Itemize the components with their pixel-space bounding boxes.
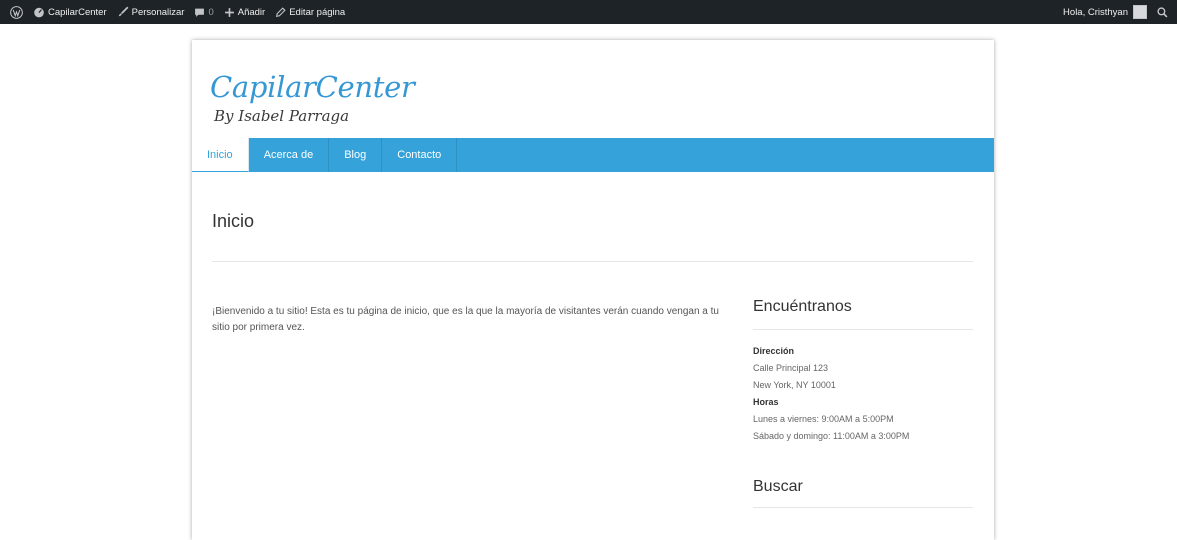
brush-icon bbox=[118, 6, 129, 17]
edit-page-label: Editar página bbox=[289, 6, 346, 18]
main-navigation: Inicio Acerca de Blog Contacto bbox=[192, 138, 994, 172]
admin-bar: CapilarCenter Personalizar 0 Añadir Edit… bbox=[0, 0, 1177, 24]
comments-count: 0 bbox=[208, 6, 214, 18]
admin-search-button[interactable] bbox=[1152, 0, 1173, 24]
customize-label: Personalizar bbox=[131, 6, 185, 18]
site-name-menu[interactable]: CapilarCenter bbox=[28, 0, 112, 24]
page-container: CapilarCenter By Isabel Parraga Inicio A… bbox=[192, 40, 994, 540]
nav-item-inicio[interactable]: Inicio bbox=[192, 138, 249, 172]
page-title: Inicio bbox=[212, 211, 255, 231]
nav-item-acerca-de[interactable]: Acerca de bbox=[249, 138, 330, 172]
wordpress-menu[interactable] bbox=[5, 0, 28, 24]
widget-divider bbox=[753, 329, 973, 330]
plus-icon bbox=[224, 7, 234, 17]
avatar bbox=[1133, 5, 1147, 19]
site-logo-subtitle: By Isabel Parraga bbox=[214, 107, 350, 125]
search-icon bbox=[1157, 6, 1168, 17]
search-widget-title: Buscar bbox=[753, 478, 803, 495]
widget-divider bbox=[753, 507, 973, 508]
comments-link[interactable]: 0 bbox=[189, 0, 218, 24]
site-name-label: CapilarCenter bbox=[48, 6, 107, 18]
add-new-label: Añadir bbox=[237, 6, 266, 18]
hours-label: Horas bbox=[753, 397, 779, 407]
page-content: ¡Bienvenido a tu sitio! Esta es tu págin… bbox=[212, 306, 719, 333]
pencil-icon bbox=[276, 6, 286, 17]
comment-icon bbox=[195, 8, 205, 17]
address-line-2: New York, NY 10001 bbox=[753, 380, 836, 390]
find-us-widget: Dirección Calle Principal 123 New York, … bbox=[753, 343, 909, 445]
site-logo-title[interactable]: CapilarCenter bbox=[210, 70, 415, 104]
add-new-menu[interactable]: Añadir bbox=[219, 0, 270, 24]
address-label: Dirección bbox=[753, 346, 795, 356]
address-line-1: Calle Principal 123 bbox=[753, 363, 829, 373]
nav-item-blog[interactable]: Blog bbox=[329, 138, 383, 172]
greeting-label: Hola, Cristhyan bbox=[1063, 6, 1128, 18]
edit-page-link[interactable]: Editar página bbox=[270, 0, 350, 24]
wordpress-icon bbox=[10, 5, 23, 19]
account-menu[interactable]: Hola, Cristhyan bbox=[1058, 0, 1152, 24]
customize-link[interactable]: Personalizar bbox=[112, 0, 190, 24]
hours-line-2: Sábado y domingo: 11:00AM a 3:00PM bbox=[753, 431, 910, 441]
nav-item-contacto[interactable]: Contacto bbox=[382, 138, 458, 172]
divider bbox=[212, 261, 973, 262]
find-us-widget-title: Encuéntranos bbox=[753, 298, 852, 315]
hours-line-1: Lunes a viernes: 9:00AM a 5:00PM bbox=[753, 414, 894, 424]
dashboard-icon bbox=[34, 7, 44, 18]
